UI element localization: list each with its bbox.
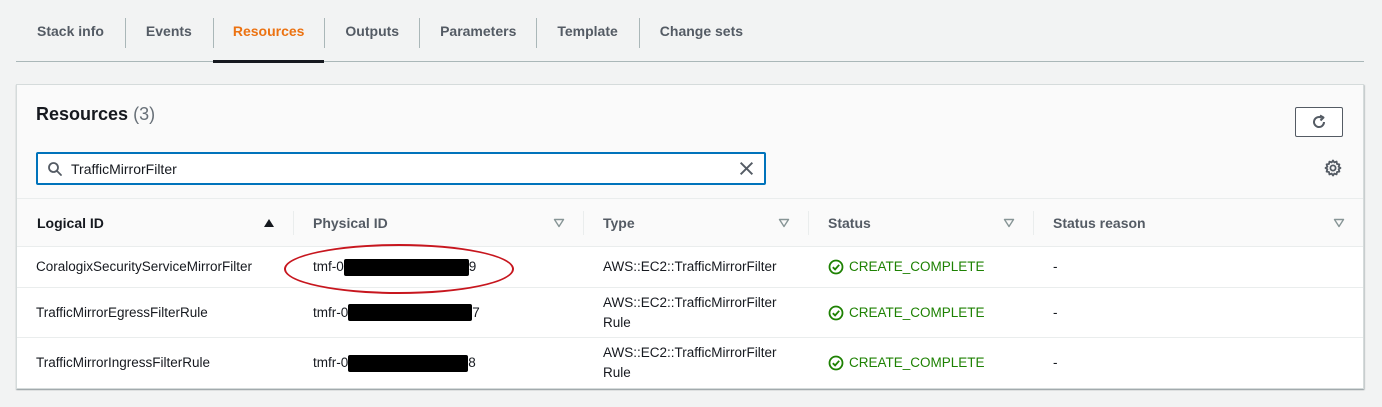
column-header-logical-id[interactable]: Logical ID — [37, 199, 104, 247]
table-row[interactable]: TrafficMirrorIngressFilterRule tmfr-0 8 A… — [17, 338, 1363, 388]
check-circle-icon — [828, 355, 844, 371]
tab-label: Change sets — [659, 23, 744, 39]
physical-id-prefix: tmfr-0 — [313, 304, 349, 320]
tab-label: Stack info — [37, 23, 104, 39]
tab-parameters[interactable]: Parameters — [419, 0, 536, 62]
status-cell: CREATE_COMPLETE — [828, 288, 985, 337]
status-text: CREATE_COMPLETE — [849, 355, 985, 370]
physical-id-cell: tmf-0 9 — [313, 247, 476, 287]
caret-down-outline-icon[interactable] — [1003, 218, 1015, 228]
search-box — [36, 152, 766, 185]
physical-id-cell: tmfr-0 7 — [313, 288, 480, 337]
check-circle-icon — [828, 305, 844, 320]
tab-label: Resources — [232, 23, 305, 39]
redaction-bar — [348, 304, 473, 321]
refresh-icon — [1313, 114, 1326, 128]
caret-up-icon[interactable] — [263, 218, 275, 228]
table-row[interactable]: TrafficMirrorEgressFilterRule tmfr-0 7 AW… — [17, 288, 1363, 338]
tab-bar: Stack info Events Resources Outputs Para… — [16, 0, 1364, 63]
search-input[interactable] — [71, 156, 731, 181]
tab-events[interactable]: Events — [124, 0, 213, 62]
status-cell: CREATE_COMPLETE — [828, 338, 985, 388]
logical-id-cell: TrafficMirrorEgressFilterRule — [36, 304, 208, 320]
column-label: Type — [603, 215, 635, 231]
close-icon[interactable] — [738, 160, 755, 177]
tab-resources[interactable]: Resources — [212, 0, 325, 63]
table-header: Logical ID Physical ID Type Status Statu… — [17, 199, 1363, 247]
logical-id-cell: CoralogixSecurityServiceMirrorFilter — [36, 259, 253, 274]
column-label: Physical ID — [313, 215, 388, 231]
check-circle-icon — [828, 259, 844, 275]
search-icon — [48, 162, 62, 176]
gear-icon[interactable] — [1324, 159, 1342, 177]
tab-label: Parameters — [440, 23, 517, 39]
tab-label: Events — [145, 23, 192, 39]
type-cell: AWS::EC2::TrafficMirrorFilter Rule — [603, 345, 777, 380]
physical-id-prefix: tmfr-0 — [313, 355, 349, 370]
redaction-bar — [343, 258, 469, 276]
status-text: CREATE_COMPLETE — [849, 304, 985, 320]
type-cell: AWS::EC2::TrafficMirrorFilter Rule — [603, 294, 777, 330]
refresh-button[interactable] — [1295, 107, 1343, 137]
column-label: Status — [828, 215, 871, 231]
tab-template[interactable]: Template — [536, 0, 638, 62]
column-label: Status reason — [1053, 215, 1146, 231]
column-label: Logical ID — [37, 215, 104, 231]
redaction-bar — [348, 354, 469, 372]
tab-label: Outputs — [345, 23, 400, 39]
column-header-type[interactable]: Type — [603, 199, 635, 247]
tab-outputs[interactable]: Outputs — [324, 0, 419, 62]
column-header-status[interactable]: Status — [828, 199, 871, 247]
caret-down-outline-icon[interactable] — [553, 218, 565, 228]
tab-change-sets[interactable]: Change sets — [638, 0, 764, 62]
physical-id-prefix: tmf-0 — [313, 259, 344, 274]
type-cell: AWS::EC2::TrafficMirrorFilter — [603, 259, 777, 274]
caret-down-outline-icon[interactable] — [1333, 218, 1345, 228]
physical-id-cell: tmfr-0 8 — [313, 338, 476, 388]
status-reason-cell: - — [1053, 355, 1058, 370]
resource-count: (3) — [133, 104, 156, 124]
tab-label: Template — [557, 23, 618, 39]
status-cell: CREATE_COMPLETE — [828, 247, 985, 287]
panel-header: Resources (3) — [17, 85, 1363, 199]
tab-stack-info[interactable]: Stack info — [16, 0, 125, 62]
column-header-physical-id[interactable]: Physical ID — [313, 199, 388, 247]
resources-panel: Resources (3) TrafficMirrorFilter Logica… — [16, 84, 1364, 389]
logical-id-cell: TrafficMirrorIngressFilterRule — [36, 355, 211, 370]
physical-id-suffix: 7 — [472, 304, 480, 320]
column-header-status-reason[interactable]: Status reason — [1053, 199, 1146, 247]
physical-id-suffix: 9 — [468, 259, 477, 274]
status-reason-cell: - — [1053, 259, 1058, 274]
panel-title-text: Resources — [36, 104, 129, 124]
table-row[interactable]: CoralogixSecurityServiceMirrorFilter tmf… — [17, 247, 1363, 288]
panel-title: Resources (3) — [36, 104, 155, 125]
status-text: CREATE_COMPLETE — [849, 259, 985, 274]
physical-id-suffix: 8 — [468, 355, 476, 370]
caret-down-outline-icon[interactable] — [778, 218, 790, 228]
status-reason-cell: - — [1053, 304, 1058, 320]
